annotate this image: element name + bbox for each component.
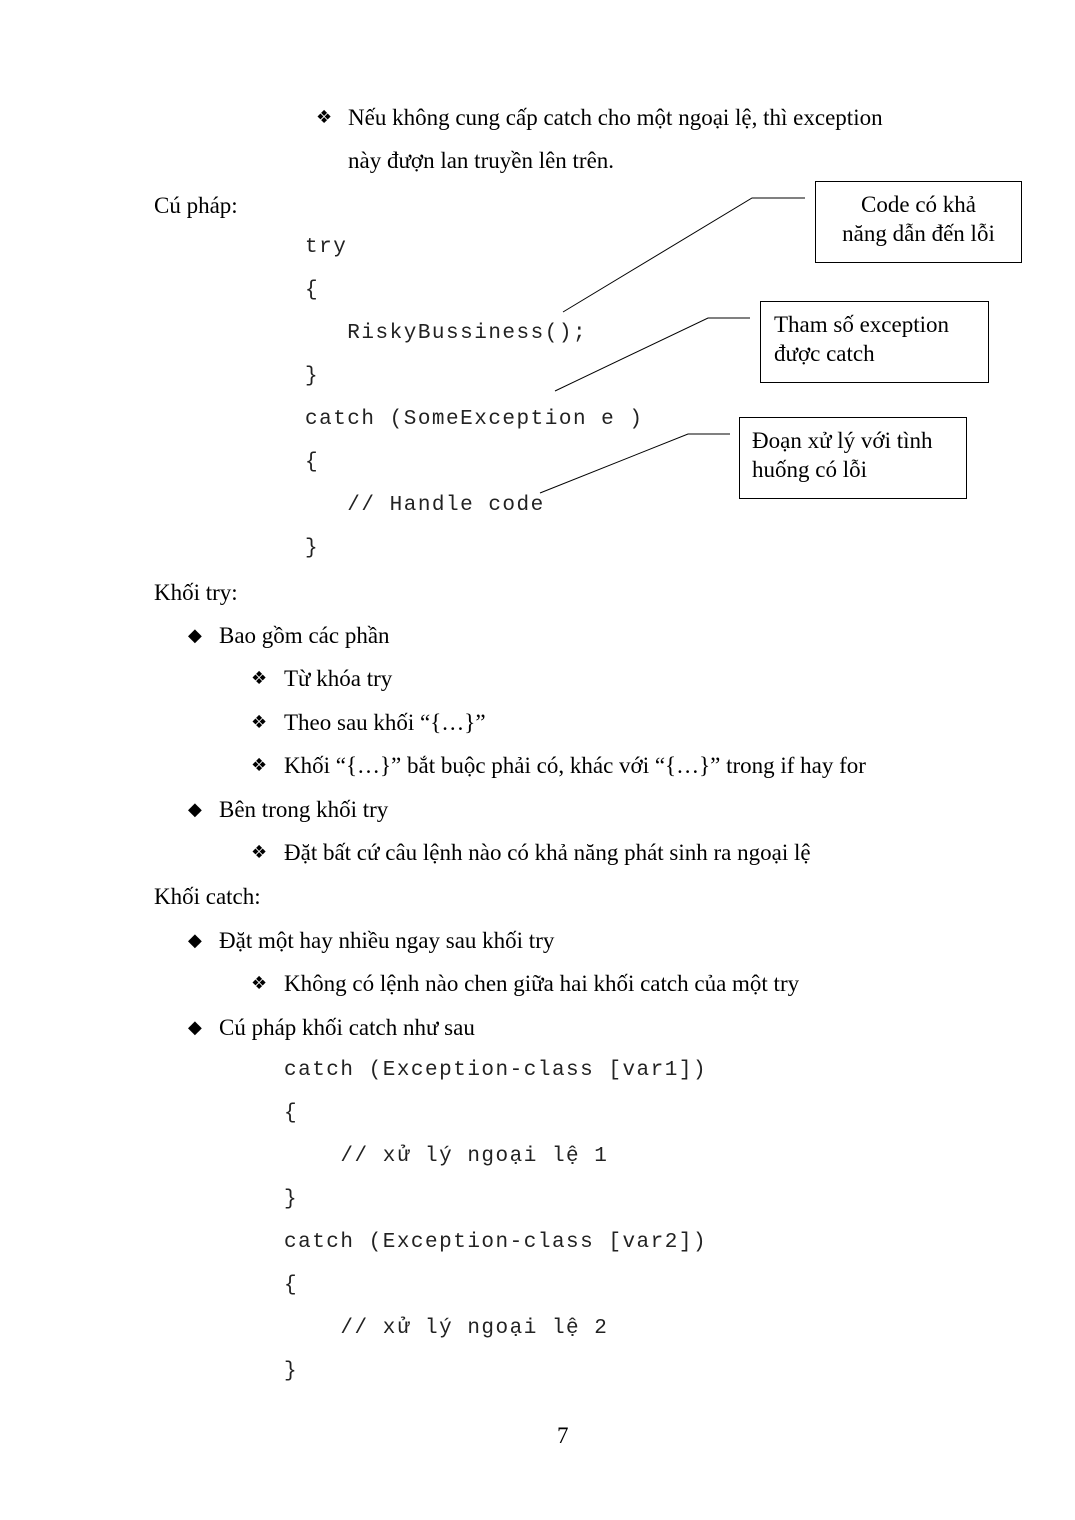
callout-text: Đoạn xử lý với tình xyxy=(752,428,933,453)
callout-text: được catch xyxy=(774,341,875,366)
four-diamond-bullet-icon: ❖ xyxy=(251,755,268,776)
diamond-bullet-icon: ◆ xyxy=(188,930,202,951)
list-subitem: Đặt bất cứ câu lệnh nào có khả năng phát… xyxy=(284,840,811,865)
list-item: Bên trong khối try xyxy=(219,797,389,822)
four-diamond-bullet-icon: ❖ xyxy=(251,973,268,994)
callout-text: năng dẫn đến lỗi xyxy=(842,221,995,246)
four-diamond-bullet-icon: ❖ xyxy=(251,668,268,689)
page-number: 7 xyxy=(557,1423,569,1448)
list-item: Bao gồm các phần xyxy=(219,623,390,648)
intro-line-1: Nếu không cung cấp catch cho một ngoại l… xyxy=(348,105,883,130)
code-line: RiskyBussiness(); xyxy=(305,322,588,345)
code-line: { xyxy=(284,1274,299,1297)
leader-line-risky-code xyxy=(562,197,805,313)
code-line: // Handle code xyxy=(305,494,545,517)
catch-block-heading: Khối catch: xyxy=(154,884,261,909)
diamond-bullet-icon: ◆ xyxy=(188,799,202,820)
code-line: } xyxy=(305,537,320,560)
code-line: } xyxy=(305,365,320,388)
list-subitem: Từ khóa try xyxy=(284,666,393,691)
code-line: } xyxy=(284,1360,299,1383)
four-diamond-bullet-icon: ❖ xyxy=(251,712,268,733)
list-subitem: Không có lệnh nào chen giữa hai khối cat… xyxy=(284,971,800,996)
list-subitem: Theo sau khối “{…}” xyxy=(284,710,486,735)
list-item: Cú pháp khối catch như sau xyxy=(219,1015,475,1040)
intro-line-2: này đượn lan truyền lên trên. xyxy=(348,148,615,173)
code-line: catch (Exception-class [var2]) xyxy=(284,1231,708,1254)
code-line: { xyxy=(284,1102,299,1125)
callout-risky-code: Code có khả năng dẫn đến lỗi xyxy=(815,181,1022,263)
try-block-heading: Khối try: xyxy=(154,580,238,605)
code-line: // xử lý ngoại lệ 1 xyxy=(284,1145,609,1168)
code-line: catch (Exception-class [var1]) xyxy=(284,1059,708,1082)
code-line: { xyxy=(305,279,320,302)
code-line: try xyxy=(305,236,348,259)
callout-text: huống có lỗi xyxy=(752,457,867,482)
list-subitem: Khối “{…}” bắt buộc phải có, khác với “{… xyxy=(284,753,866,778)
callout-text: Code có khả xyxy=(861,192,976,217)
four-diamond-bullet-icon: ❖ xyxy=(251,842,268,863)
code-line: { xyxy=(305,451,320,474)
callout-exception-param: Tham số exception được catch xyxy=(760,301,989,383)
diamond-bullet-icon: ◆ xyxy=(188,1017,202,1038)
syntax-heading: Cú pháp: xyxy=(154,193,238,218)
callout-text: Tham số exception xyxy=(774,312,950,337)
code-line: } xyxy=(284,1188,299,1211)
code-line: // xử lý ngoại lệ 2 xyxy=(284,1317,609,1340)
code-line: catch (SomeException e ) xyxy=(305,408,644,431)
diamond-bullet-icon: ◆ xyxy=(188,625,202,646)
leader-line-handle-code xyxy=(539,433,730,494)
callout-handle-code: Đoạn xử lý với tình huống có lỗi xyxy=(739,417,967,499)
list-item: Đặt một hay nhiều ngay sau khối try xyxy=(219,928,555,953)
four-diamond-bullet-icon: ❖ xyxy=(316,107,333,128)
